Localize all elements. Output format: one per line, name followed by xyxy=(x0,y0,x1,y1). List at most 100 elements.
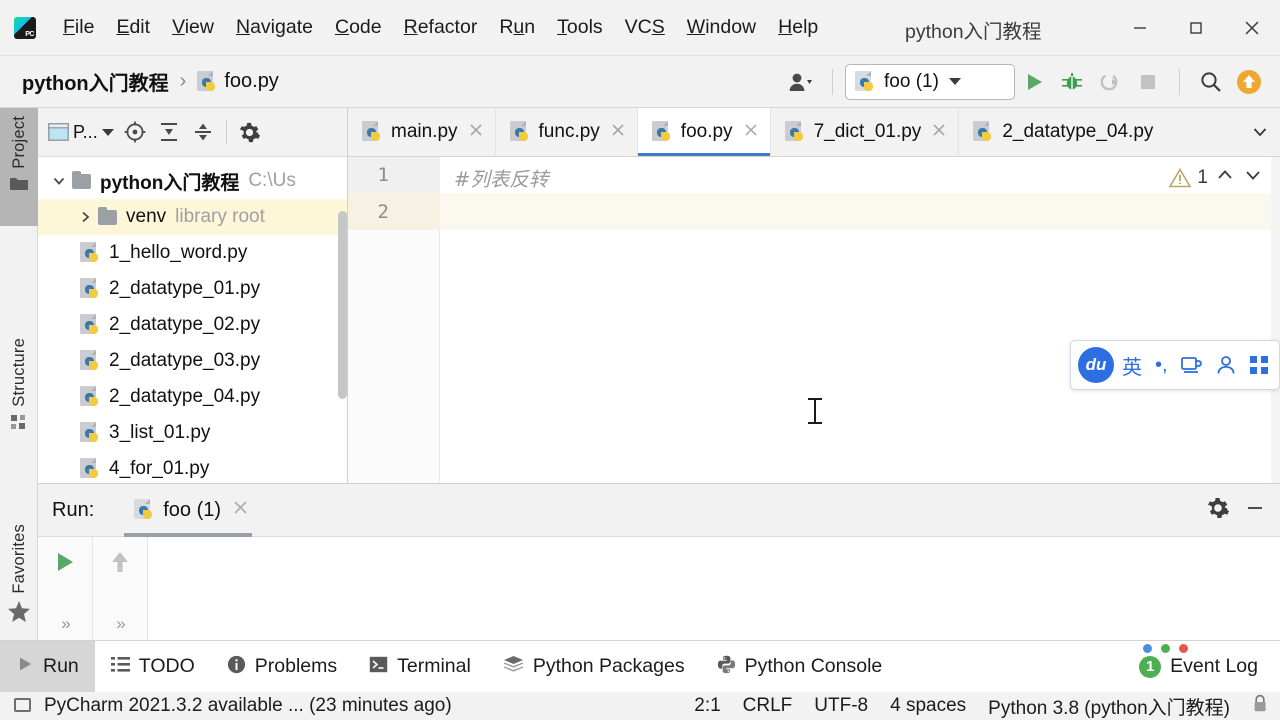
run-button[interactable] xyxy=(1015,63,1053,101)
lock-icon[interactable] xyxy=(1252,694,1268,718)
menu-tools[interactable]: Tools xyxy=(546,13,614,42)
project-view-selector[interactable]: P... xyxy=(48,122,114,143)
run-with-coverage-button[interactable] xyxy=(1091,63,1129,101)
folder-icon xyxy=(10,176,28,196)
person-icon[interactable] xyxy=(1216,355,1236,375)
collapse-all-icon[interactable] xyxy=(186,115,220,149)
menu-edit[interactable]: Edit xyxy=(105,13,161,42)
menu-help[interactable]: Help xyxy=(767,13,829,42)
sidebar-item-project[interactable]: Project xyxy=(0,108,38,226)
project-tree-scrollbar[interactable] xyxy=(338,211,347,399)
user-avatar-icon[interactable] xyxy=(782,63,820,101)
line-separator[interactable]: CRLF xyxy=(743,695,793,717)
close-icon[interactable] xyxy=(932,123,946,142)
tool-button-python-packages[interactable]: Python Packages xyxy=(487,641,701,693)
inspection-widget[interactable]: 1 xyxy=(1169,165,1264,190)
status-message[interactable]: PyCharm 2021.3.2 available ... (23 minut… xyxy=(44,695,452,717)
stop-button[interactable] xyxy=(1129,63,1167,101)
tree-row-file[interactable]: 2_datatype_04.py xyxy=(38,379,347,415)
indent-setting[interactable]: 4 spaces xyxy=(890,695,966,717)
close-icon[interactable] xyxy=(744,123,758,142)
gear-icon[interactable] xyxy=(233,115,267,149)
tree-row-file[interactable]: 2_datatype_03.py xyxy=(38,343,347,379)
keyboard-icon[interactable] xyxy=(1180,355,1203,375)
ime-punctuation-toggle[interactable]: •, xyxy=(1155,354,1168,377)
tree-row-file[interactable]: 3_list_01.py xyxy=(38,415,347,451)
debug-button[interactable] xyxy=(1053,63,1091,101)
tree-label: python入门教程 xyxy=(100,172,240,194)
editor-gutter[interactable]: 1 2 xyxy=(348,157,440,483)
chevron-down-icon[interactable] xyxy=(1242,165,1264,190)
editor-tab-main[interactable]: main.py xyxy=(348,108,496,156)
ime-language-mode[interactable]: 英 xyxy=(1122,351,1142,380)
tool-button-python-console[interactable]: Python Console xyxy=(701,641,899,693)
tree-row-file[interactable]: 2_datatype_01.py xyxy=(38,271,347,307)
tree-meta: library root xyxy=(175,206,265,227)
menu-view[interactable]: View xyxy=(161,13,225,42)
expand-all-icon[interactable] xyxy=(152,115,186,149)
breadcrumb-project[interactable]: python入门教程 xyxy=(22,67,169,96)
sidebar-item-favorites[interactable]: Favorites xyxy=(0,516,38,646)
tool-button-run[interactable]: Run xyxy=(0,640,95,693)
tool-button-terminal[interactable]: Terminal xyxy=(353,641,487,693)
editor-tab-foo[interactable]: foo.py xyxy=(637,108,771,156)
menu-file[interactable]: File xyxy=(52,13,105,42)
menu-window[interactable]: Window xyxy=(676,13,767,42)
editor-tab-dict[interactable]: 7_dict_01.py xyxy=(771,108,960,156)
arrow-up-icon[interactable] xyxy=(108,549,132,580)
close-icon[interactable] xyxy=(1224,0,1280,56)
search-everywhere-icon[interactable] xyxy=(1192,63,1230,101)
baidu-ime-logo-icon[interactable]: du xyxy=(1078,347,1114,383)
run-configuration-selector[interactable]: foo (1) xyxy=(845,63,1015,100)
editor-tab-func[interactable]: func.py xyxy=(496,108,638,156)
python-file-icon xyxy=(80,242,100,264)
minimize-icon[interactable] xyxy=(1112,0,1168,56)
update-available-icon[interactable] xyxy=(1230,63,1268,101)
select-opened-file-icon[interactable] xyxy=(118,115,152,149)
sidebar-item-structure[interactable]: Structure xyxy=(0,330,38,465)
tree-row-project-root[interactable]: python入门教程 C:\Us xyxy=(38,163,347,199)
close-icon[interactable] xyxy=(233,500,248,520)
menu-vcs[interactable]: VCS xyxy=(614,13,676,42)
expand-icon[interactable]: » xyxy=(61,614,71,634)
file-encoding[interactable]: UTF-8 xyxy=(814,695,868,717)
input-method-bar[interactable]: du 英 •, xyxy=(1070,340,1280,390)
chevron-up-icon[interactable] xyxy=(1214,165,1236,190)
tree-row-file[interactable]: 2_datatype_02.py xyxy=(38,307,347,343)
breadcrumb-file[interactable]: foo.py xyxy=(224,70,278,93)
tree-row-venv[interactable]: venv library root xyxy=(38,199,347,235)
expand-icon[interactable]: » xyxy=(116,614,126,634)
menu-run[interactable]: Run xyxy=(488,13,546,42)
menu-code[interactable]: Code xyxy=(324,13,393,42)
editor-tabs-overflow-chevron-down-icon[interactable] xyxy=(1240,108,1280,156)
caret-position[interactable]: 2:1 xyxy=(694,695,720,717)
gear-icon[interactable] xyxy=(1206,496,1230,525)
gutter-caret-row xyxy=(348,193,440,230)
tool-button-event-log[interactable]: 1 Event Log xyxy=(1123,641,1280,693)
close-icon[interactable] xyxy=(611,123,625,142)
menu-refactor[interactable]: Refactor xyxy=(393,13,489,42)
minimize-icon[interactable] xyxy=(1244,497,1266,524)
monitor-icon[interactable] xyxy=(14,698,31,712)
toolbar-divider-2 xyxy=(1179,68,1180,95)
rerun-icon[interactable] xyxy=(52,549,78,580)
menu-navigate[interactable]: Navigate xyxy=(225,13,324,42)
window-controls xyxy=(1112,0,1280,56)
close-icon[interactable] xyxy=(469,123,483,142)
python-interpreter[interactable]: Python 3.8 (python入门教程) xyxy=(988,693,1230,720)
editor-scrollbar[interactable] xyxy=(1271,157,1280,483)
tree-row-file[interactable]: 1_hello_word.py xyxy=(38,235,347,271)
code-editor[interactable]: 1 2 #列表反转 1 xyxy=(348,157,1280,483)
chevron-down-icon[interactable] xyxy=(46,174,72,188)
app-grid-icon[interactable] xyxy=(1249,355,1269,375)
run-output-area[interactable]: » » xyxy=(38,537,1280,640)
tree-row-file[interactable]: 4_for_01.py xyxy=(38,451,347,487)
project-tree[interactable]: python入门教程 C:\Us venv library root 1_hel… xyxy=(38,157,347,487)
maximize-icon[interactable] xyxy=(1168,0,1224,56)
chevron-right-icon[interactable] xyxy=(72,210,98,224)
tool-button-todo[interactable]: TODO xyxy=(95,641,211,693)
tool-button-problems[interactable]: Problems xyxy=(211,641,353,693)
run-session-tab[interactable]: foo (1) xyxy=(124,484,252,537)
run-console-output[interactable] xyxy=(148,537,1280,640)
editor-tab-datatype[interactable]: 2_datatype_04.py xyxy=(959,108,1165,156)
